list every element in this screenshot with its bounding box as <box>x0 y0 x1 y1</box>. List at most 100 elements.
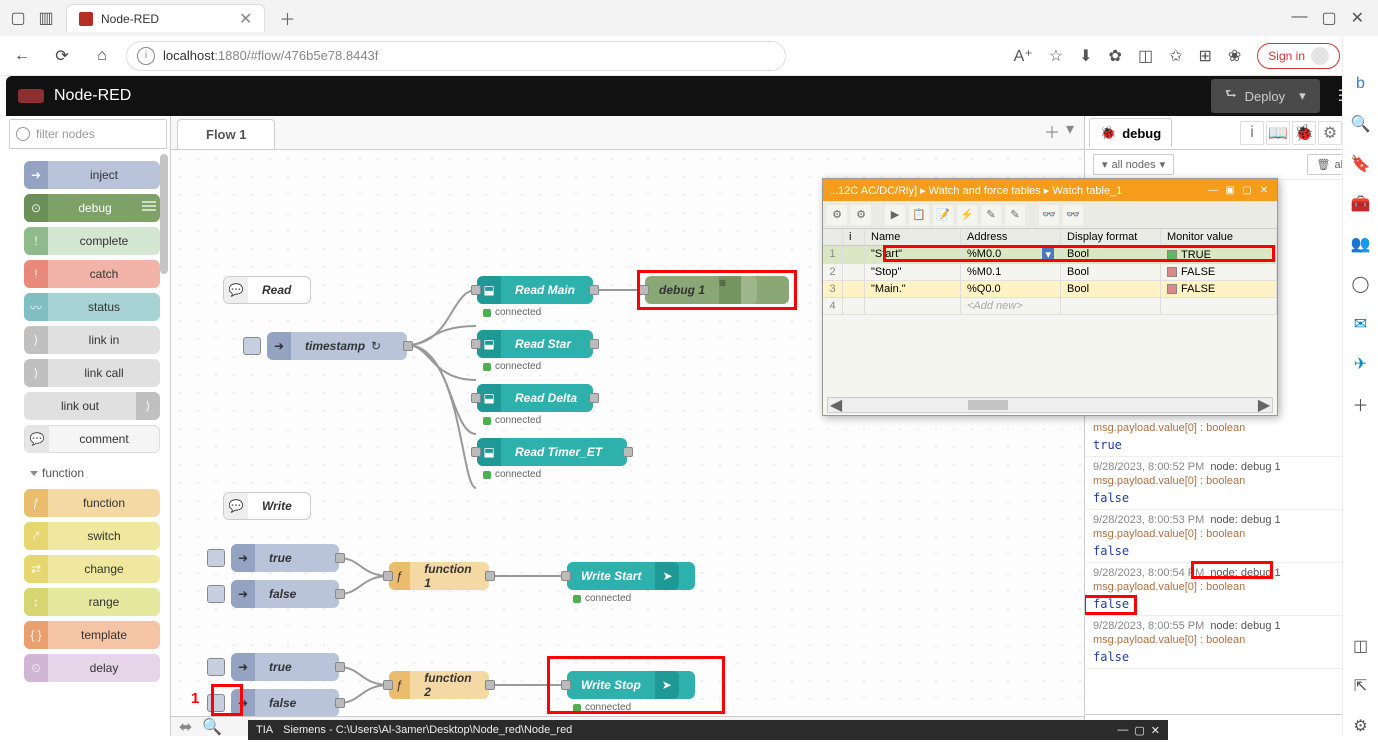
palette-category-function[interactable]: function <box>24 458 160 484</box>
tia-tool-8[interactable]: ✎ <box>1005 205 1025 225</box>
node-read-timer[interactable]: ⬓Read Timer_ETconnected <box>477 438 627 466</box>
tw-max-icon[interactable]: ▢ <box>1134 724 1144 737</box>
node-true2[interactable]: ➜true <box>231 653 339 681</box>
outlook-icon[interactable]: ✉ <box>1351 314 1371 334</box>
search-edge-icon[interactable]: 🔍 <box>1351 114 1371 134</box>
extensions-icon[interactable]: ✿ <box>1109 46 1122 66</box>
node-debug1[interactable]: debug 1≡ <box>645 276 789 304</box>
palette-template[interactable]: { }template <box>24 621 160 649</box>
search-icon[interactable]: 🔍 <box>202 717 222 737</box>
workspace-switcher-icon[interactable]: ▢ <box>4 4 32 32</box>
tia-tool-6[interactable]: ⚡ <box>957 205 977 225</box>
palette-delay[interactable]: ⏲delay <box>24 654 160 682</box>
tia-scrollbar[interactable]: ◀▶ <box>827 397 1273 413</box>
palette-filter-input[interactable]: filter nodes <box>9 119 167 149</box>
filter-nodes-button[interactable]: ▾ all nodes ▾ <box>1093 154 1174 175</box>
toggle-palette-icon[interactable]: ⬌ <box>179 717 192 737</box>
palette-change[interactable]: ⇄change <box>24 555 160 583</box>
tab-debug[interactable]: 🐞debug <box>1089 118 1172 147</box>
telegram-icon[interactable]: ✈ <box>1351 354 1371 374</box>
sidebar-toggle-icon[interactable]: ◫ <box>1351 636 1371 656</box>
node-write-start[interactable]: Write Start➤connected <box>567 562 695 590</box>
palette-link-in[interactable]: ⟩link in <box>24 326 160 354</box>
minimize-icon[interactable]: — <box>1291 8 1307 28</box>
tia-tool-2[interactable]: ⚙ <box>851 205 871 225</box>
palette-debug[interactable]: ⊙debug <box>24 194 160 222</box>
office-icon[interactable]: ◯ <box>1351 274 1371 294</box>
tw-min-icon[interactable]: — <box>1117 724 1128 737</box>
favorite-icon[interactable]: ☆ <box>1049 46 1063 66</box>
tia-tool-5[interactable]: 📝 <box>933 205 953 225</box>
refresh-icon[interactable]: ⟳ <box>46 40 78 72</box>
tia-tool-7[interactable]: ✎ <box>981 205 1001 225</box>
tools-icon[interactable]: 🧰 <box>1351 194 1371 214</box>
inject-button[interactable] <box>243 337 261 355</box>
tia-tool-4[interactable]: 📋 <box>909 205 929 225</box>
add-edge-icon[interactable]: ＋ <box>1351 394 1371 414</box>
palette-range[interactable]: ↕range <box>24 588 160 616</box>
collections2-icon[interactable]: ⊞ <box>1198 46 1211 66</box>
tia-tool-10[interactable]: 👓 <box>1063 205 1083 225</box>
inject-button-true2[interactable] <box>207 658 225 676</box>
maximize-icon[interactable]: ▢ <box>1321 8 1336 28</box>
node-false2[interactable]: ➜false <box>231 689 339 717</box>
node-write-stop[interactable]: Write Stop➤connected <box>567 671 695 699</box>
palette-status[interactable]: 〰status <box>24 293 160 321</box>
node-read-delta[interactable]: ⬓Read Deltaconnected <box>477 384 593 412</box>
palette-complete[interactable]: !complete <box>24 227 160 255</box>
inject-button-false2[interactable] <box>207 694 225 712</box>
browser-tab[interactable]: Node-RED ✕ <box>66 4 265 32</box>
node-read-star[interactable]: ⬓Read Starconnected <box>477 330 593 358</box>
signin-button[interactable]: Sign in <box>1257 43 1340 69</box>
close-window-icon[interactable]: ✕ <box>1351 8 1364 28</box>
tia-row-2[interactable]: 2"Stop"%M0.1BoolFALSE <box>823 264 1277 281</box>
node-function2[interactable]: ƒfunction 2 <box>389 671 489 699</box>
performance-icon[interactable]: ❀ <box>1228 46 1241 66</box>
add-tab-icon[interactable]: ＋ <box>1044 119 1060 143</box>
deploy-button[interactable]: ⮑ Deploy ▾ <box>1211 79 1320 113</box>
tw-close-icon[interactable]: ✕ <box>1151 724 1160 737</box>
debug2-icon[interactable]: 🐞 <box>1292 121 1316 145</box>
tia-titlebar[interactable]: ...12C AC/DC/Rly] ▸ Watch and force tabl… <box>823 179 1277 201</box>
settings-icon[interactable]: ⚙ <box>1351 716 1371 736</box>
palette-comment[interactable]: 💬comment <box>24 425 160 453</box>
downloads-icon[interactable]: ⬇ <box>1079 46 1092 66</box>
tia-close-icon[interactable]: ✕ <box>1257 183 1271 197</box>
palette-function[interactable]: ƒfunction <box>24 489 160 517</box>
palette-catch[interactable]: !catch <box>24 260 160 288</box>
tia-row-4[interactable]: 4<Add new> <box>823 298 1277 315</box>
home-icon[interactable]: ⌂ <box>86 40 118 72</box>
tia-max-icon[interactable]: ▢ <box>1240 183 1254 197</box>
back-icon[interactable]: ← <box>6 40 38 72</box>
new-tab-button[interactable]: ＋ <box>273 6 301 30</box>
tia-tool-3[interactable]: ▶ <box>885 205 905 225</box>
palette-inject[interactable]: ➜inject <box>24 161 160 189</box>
tia-row-1[interactable]: 1"Start"%M0.0 ▾BoolTRUE <box>823 246 1277 264</box>
tia-tool-1[interactable]: ⚙ <box>827 205 847 225</box>
tia-tool-9[interactable]: 👓 <box>1039 205 1059 225</box>
bing-icon[interactable]: b <box>1351 74 1371 94</box>
inject-button-true1[interactable] <box>207 549 225 567</box>
inject-button-false1[interactable] <box>207 585 225 603</box>
config-icon[interactable]: ⚙ <box>1318 121 1342 145</box>
palette-switch[interactable]: ⤤switch <box>24 522 160 550</box>
people-icon[interactable]: 👥 <box>1351 234 1371 254</box>
shopping-icon[interactable]: 🔖 <box>1351 154 1371 174</box>
info-icon[interactable]: i <box>1240 121 1264 145</box>
node-false1[interactable]: ➜false <box>231 580 339 608</box>
collections-icon[interactable]: ▥ <box>32 4 60 32</box>
tia-float-icon[interactable]: ▣ <box>1223 183 1237 197</box>
comment-read[interactable]: 💬Read <box>223 276 311 304</box>
tia-watch-window[interactable]: ...12C AC/DC/Rly] ▸ Watch and force tabl… <box>822 178 1278 416</box>
close-tab-icon[interactable]: ✕ <box>239 9 252 29</box>
split-icon[interactable]: ◫ <box>1138 46 1153 66</box>
node-read-main[interactable]: ⬓Read Mainconnected <box>477 276 593 304</box>
node-timestamp[interactable]: ➜timestamp↻ <box>267 332 407 360</box>
favorites-bar-icon[interactable]: ✩ <box>1169 46 1182 66</box>
tia-row-3[interactable]: 3"Main."%Q0.0BoolFALSE <box>823 281 1277 298</box>
share-icon[interactable]: ⇱ <box>1351 676 1371 696</box>
help-icon[interactable]: 📖 <box>1266 121 1290 145</box>
palette-link-out[interactable]: link out⟩ <box>24 392 160 420</box>
tab-flow1[interactable]: Flow 1 <box>177 119 275 149</box>
comment-write[interactable]: 💬Write <box>223 492 311 520</box>
